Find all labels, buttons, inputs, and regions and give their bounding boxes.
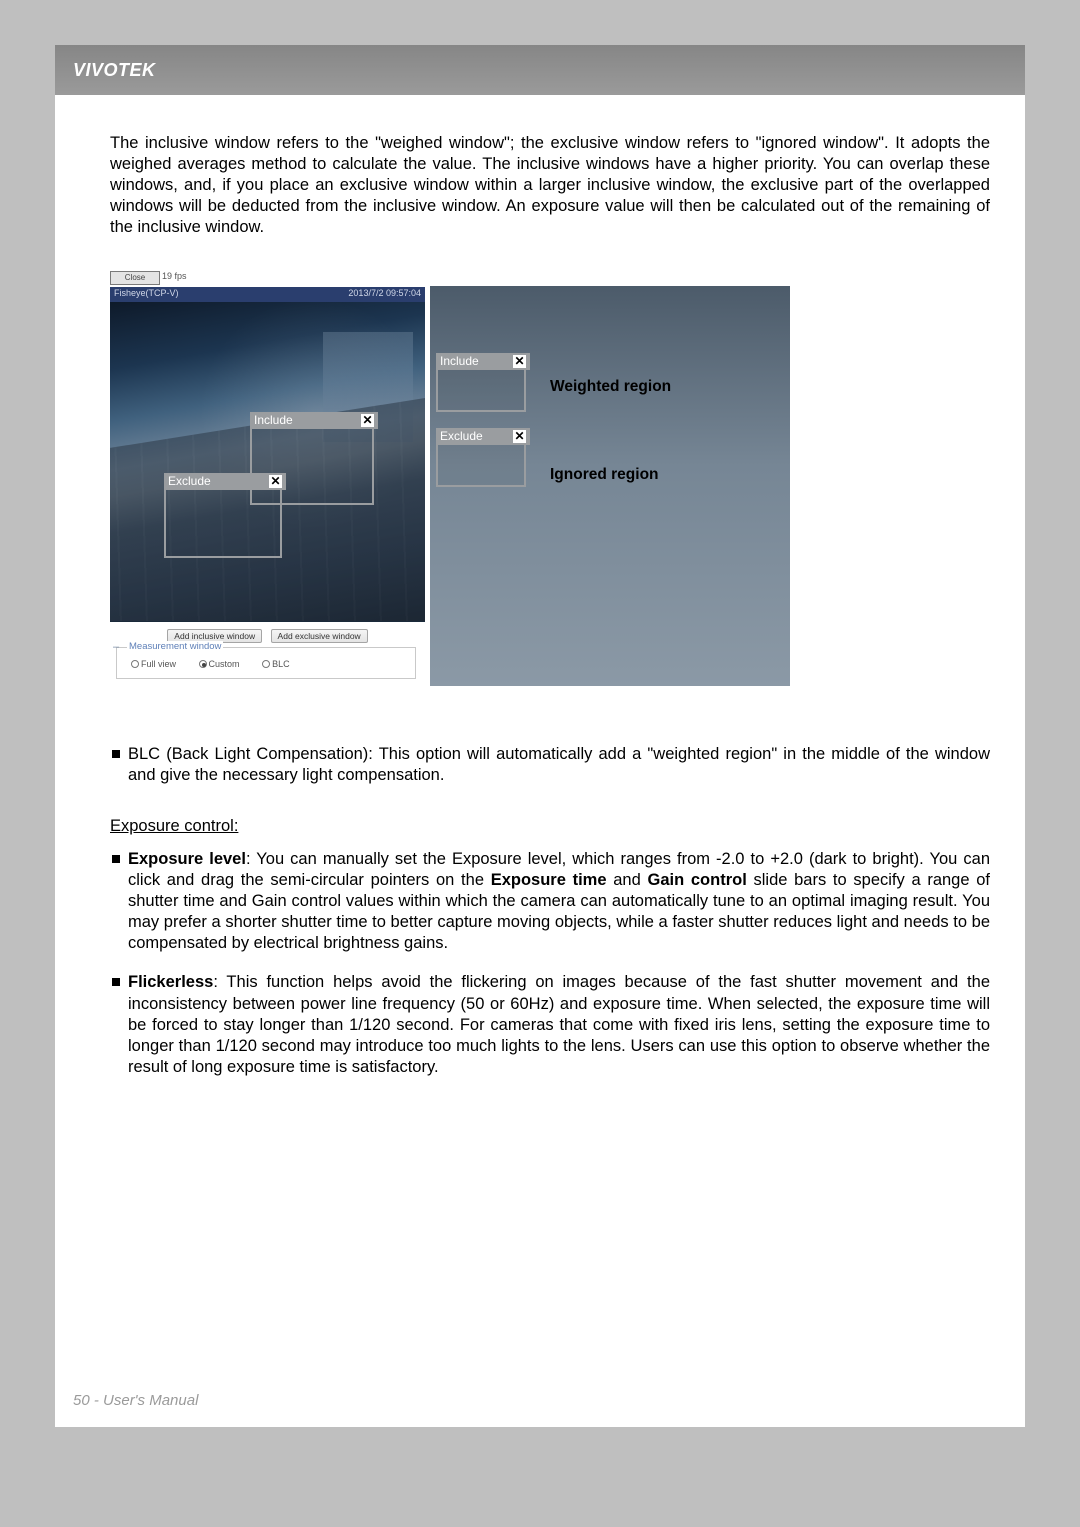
include-window-header[interactable]: Include ✕ [250,412,378,429]
legend-include-box: Include ✕ [436,366,526,412]
bullet-icon [112,855,120,863]
radio-full-view[interactable]: Full view [131,659,186,669]
blc-section: BLC (Back Light Compensation): This opti… [110,744,990,786]
legend-include-header: Include ✕ [436,353,530,370]
page-header: VIVOTEK [55,45,1025,95]
camera-panel: Close 19 fps Fisheye(TCP-V) 2013/7/2 09:… [110,271,425,686]
page-footer: 50 - User's Manual [73,1392,198,1409]
flickerless-text: Flickerless: This function helps avoid t… [128,972,990,1078]
close-icon[interactable]: ✕ [361,414,374,427]
fps-readout: 19 fps [162,271,187,281]
legend-exclude-header: Exclude ✕ [436,428,530,445]
collapse-icon[interactable]: – [113,641,119,653]
include-window-label: Include [254,413,293,428]
bullet-icon [112,978,120,986]
exposure-window-figure: Close 19 fps Fisheye(TCP-V) 2013/7/2 09:… [110,271,830,696]
exclude-window-header[interactable]: Exclude ✕ [164,473,286,490]
close-button[interactable]: Close [110,271,160,285]
legend-exclude-box: Exclude ✕ [436,441,526,487]
close-icon[interactable]: ✕ [269,475,282,488]
page-content: The inclusive window refers to the "weig… [110,133,990,1078]
close-icon: ✕ [513,430,526,443]
video-titlebar: Fisheye(TCP-V) 2013/7/2 09:57:04 [110,287,425,302]
exposure-level-bullet: Exposure level: You can manually set the… [110,849,990,955]
intro-paragraph: The inclusive window refers to the "weig… [110,133,990,239]
exposure-level-text: Exposure level: You can manually set the… [128,849,990,955]
measurement-window-group: – Measurement window Full view Custom BL… [116,647,416,679]
legend-ignored-label: Ignored region [550,466,659,484]
legend-include-label: Include [440,354,479,369]
legend-panel: Include ✕ Weighted region Exclude ✕ Igno… [430,286,790,686]
measurement-window-title: Measurement window [127,641,223,652]
radio-blc[interactable]: BLC [262,659,300,669]
bullet-icon [112,750,120,758]
measurement-window-options: Full view Custom BLC [131,659,310,669]
radio-custom[interactable]: Custom [199,659,250,669]
brand-name: VIVOTEK [73,60,156,81]
live-view[interactable]: Include ✕ Exclude ✕ [110,302,425,622]
blc-bullet: BLC (Back Light Compensation): This opti… [110,744,990,786]
legend-exclude-label: Exclude [440,429,483,444]
exclude-window-overlay[interactable]: Exclude ✕ [164,486,282,558]
manual-page: VIVOTEK The inclusive window refers to t… [55,45,1025,1427]
close-icon: ✕ [513,355,526,368]
stream-timestamp: 2013/7/2 09:57:04 [348,288,421,301]
flickerless-bullet: Flickerless: This function helps avoid t… [110,972,990,1078]
blc-text: BLC (Back Light Compensation): This opti… [128,744,990,786]
stream-title: Fisheye(TCP-V) [114,288,179,301]
exclude-window-label: Exclude [168,474,211,489]
legend-weighted-label: Weighted region [550,378,671,396]
add-exclusive-button[interactable]: Add exclusive window [271,629,368,643]
exposure-control-heading: Exposure control: [110,817,238,835]
